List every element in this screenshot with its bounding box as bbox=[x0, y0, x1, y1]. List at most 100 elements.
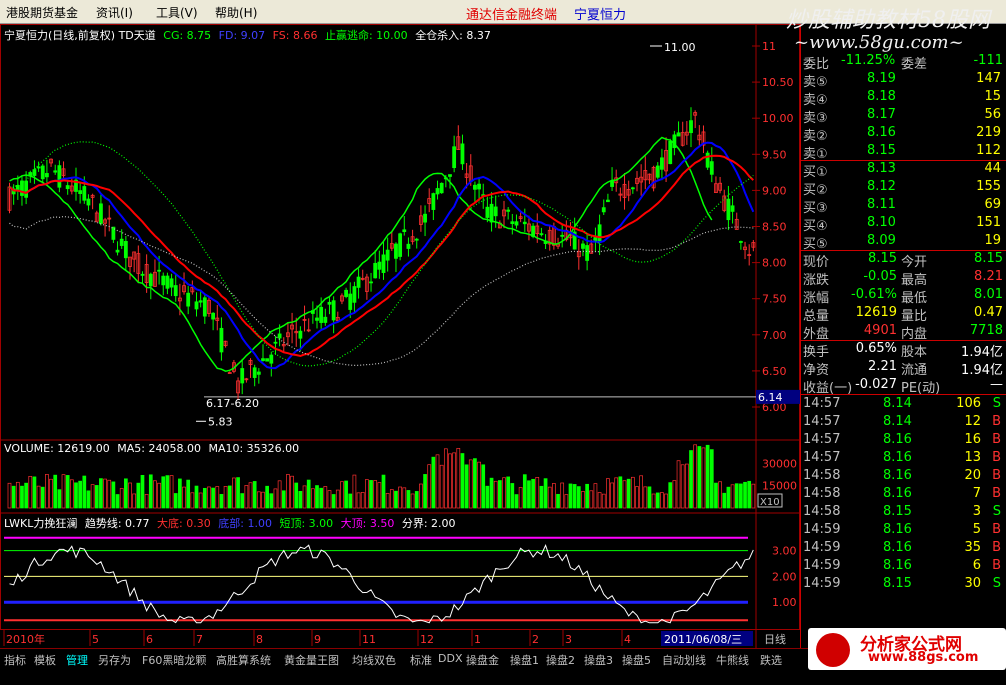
ask-volume: 112 bbox=[976, 143, 1001, 158]
bid-row[interactable]: 买② 8.12 155 bbox=[801, 178, 1006, 198]
tab-9[interactable]: DDX bbox=[438, 652, 462, 665]
volume-bar bbox=[136, 482, 141, 509]
volume-bar bbox=[340, 481, 344, 509]
tick-row[interactable]: 14:59 8.16 35 B bbox=[801, 539, 1006, 557]
tab-15[interactable]: 自动划线 bbox=[662, 652, 706, 668]
stat-row[interactable]: 外盘 4901 内盘 7718 bbox=[801, 322, 1006, 342]
volume-bar bbox=[597, 492, 602, 509]
stat-row[interactable]: 现价 8.15 今开 8.15 bbox=[801, 250, 1006, 270]
price-axis-label: 7.50 bbox=[762, 293, 787, 306]
tick-time: 14:57 bbox=[803, 414, 841, 429]
kline-chart[interactable]: 11 10.50 10.00 9.50 9.00 8.50 8.00 7.50 7.00 6.50… bbox=[0, 24, 800, 648]
tab-17[interactable]: 跌选 bbox=[760, 652, 782, 668]
tick-side: B bbox=[992, 468, 1001, 483]
candle-body bbox=[211, 312, 216, 320]
tick-row[interactable]: 14:57 8.14 12 B bbox=[801, 413, 1006, 431]
candle-body bbox=[385, 249, 390, 261]
tab-8[interactable]: 标准 bbox=[410, 652, 432, 668]
bottom-strip bbox=[0, 668, 1006, 685]
menu-tools[interactable]: 工具(V) bbox=[156, 4, 198, 21]
volume-bar bbox=[601, 493, 606, 509]
bid-row[interactable]: 买⑤ 8.09 19 bbox=[801, 232, 1006, 252]
tab-7[interactable]: 均线双色 bbox=[352, 652, 396, 668]
tab-0[interactable]: 指标 bbox=[4, 652, 26, 668]
tab-3[interactable]: 另存为 bbox=[98, 652, 131, 668]
volume-bar bbox=[639, 475, 643, 509]
main-legend: 宁夏恒力(日线,前复权) TD天道 CG: 8.75 FD: 9.07 FS: … bbox=[4, 27, 491, 43]
tab-13[interactable]: 操盘3 bbox=[584, 652, 613, 668]
tab-6[interactable]: 黄金量王图 bbox=[284, 652, 339, 668]
volume-bar bbox=[410, 493, 415, 509]
tab-11[interactable]: 操盘1 bbox=[510, 652, 539, 668]
fd-line bbox=[8, 141, 755, 370]
tick-row[interactable]: 14:59 8.16 5 B bbox=[801, 521, 1006, 539]
ask-row[interactable]: 卖④ 8.18 15 bbox=[801, 88, 1006, 108]
fund-row[interactable]: 净资 2.21 流通 1.94亿 bbox=[801, 358, 1006, 378]
tab-1[interactable]: 模板 bbox=[34, 652, 56, 668]
menu-info[interactable]: 资讯(I) bbox=[96, 4, 133, 21]
volume-bar bbox=[306, 479, 311, 509]
watermark-bottom: 分析家公式网 www.88gs.com bbox=[808, 628, 1006, 670]
candle-body bbox=[655, 165, 660, 178]
stat-value-2: 8.21 bbox=[974, 269, 1003, 284]
stat-row[interactable]: 涨幅 -0.61% 最低 8.01 bbox=[801, 286, 1006, 306]
ask-row[interactable]: 卖⑤ 8.19 147 bbox=[801, 70, 1006, 90]
volume-bar bbox=[481, 464, 486, 509]
bid-row[interactable]: 买④ 8.10 151 bbox=[801, 214, 1006, 234]
candle-body bbox=[510, 221, 515, 225]
bid-row[interactable]: 买③ 8.11 69 bbox=[801, 196, 1006, 216]
fund-row[interactable]: 收益(一) -0.027 PE(动) — bbox=[801, 376, 1006, 396]
menu-help[interactable]: 帮助(H) bbox=[215, 4, 257, 21]
candle-body bbox=[82, 186, 87, 201]
ask-row[interactable]: 卖① 8.15 112 bbox=[801, 142, 1006, 162]
volume-bar bbox=[78, 480, 82, 509]
candle-body bbox=[431, 193, 436, 210]
tick-time: 14:59 bbox=[803, 540, 841, 555]
volume-bar bbox=[439, 464, 444, 509]
tab-5[interactable]: 高胜算系统 bbox=[216, 652, 271, 668]
volume-bar bbox=[581, 491, 585, 509]
tick-row[interactable]: 14:58 8.16 20 B bbox=[801, 467, 1006, 485]
tick-row[interactable]: 14:57 8.14 106 S bbox=[801, 395, 1006, 413]
volume-bar bbox=[535, 476, 540, 509]
tick-price: 8.15 bbox=[883, 576, 912, 591]
ask-price: 8.17 bbox=[867, 107, 896, 122]
volume-bar bbox=[15, 481, 20, 509]
candle-body bbox=[369, 281, 373, 284]
menu-hk-futures[interactable]: 港股期货基金 bbox=[6, 4, 78, 21]
date-axis-label: 5 bbox=[92, 633, 99, 646]
volume-bar bbox=[655, 492, 660, 509]
tick-row[interactable]: 14:57 8.16 13 B bbox=[801, 449, 1006, 467]
ask-price: 8.19 bbox=[867, 71, 896, 86]
volume-bar bbox=[256, 491, 261, 509]
candle-body bbox=[298, 330, 303, 339]
tab-16[interactable]: 牛熊线 bbox=[716, 652, 749, 668]
stat-row[interactable]: 总量 12619 量比 0.47 bbox=[801, 304, 1006, 324]
volume-bar bbox=[743, 481, 747, 509]
tab-14[interactable]: 操盘5 bbox=[622, 652, 651, 668]
candle-body bbox=[709, 161, 714, 175]
candle-body bbox=[219, 327, 224, 353]
tick-row[interactable]: 14:58 8.16 7 B bbox=[801, 485, 1006, 503]
volume-bar bbox=[99, 478, 103, 509]
tab-2[interactable]: 管理 bbox=[66, 652, 88, 668]
candle-body bbox=[323, 316, 328, 323]
tick-row[interactable]: 14:58 8.15 3 S bbox=[801, 503, 1006, 521]
stat-row[interactable]: 涨跌 -0.05 最高 8.21 bbox=[801, 268, 1006, 288]
legend-big-top: 大顶: 3.50 bbox=[340, 517, 395, 530]
tick-row[interactable]: 14:59 8.16 6 B bbox=[801, 557, 1006, 575]
tick-row[interactable]: 14:59 8.15 30 S bbox=[801, 575, 1006, 593]
tick-row[interactable]: 14:57 8.16 16 B bbox=[801, 431, 1006, 449]
bid-row[interactable]: 买① 8.13 44 bbox=[801, 160, 1006, 180]
fund-row[interactable]: 换手 0.65% 股本 1.94亿 bbox=[801, 340, 1006, 360]
ask-row[interactable]: 卖③ 8.17 56 bbox=[801, 106, 1006, 126]
legend-name: 宁夏恒力(日线,前复权) TD天道 bbox=[4, 29, 156, 42]
tab-10[interactable]: 操盘金 bbox=[466, 652, 499, 668]
volume-bar bbox=[178, 478, 182, 509]
tab-12[interactable]: 操盘2 bbox=[546, 652, 575, 668]
chart-area[interactable]: 11 10.50 10.00 9.50 9.00 8.50 8.00 7.50 7.00 6.50… bbox=[0, 24, 800, 648]
ask-row[interactable]: 卖② 8.16 219 bbox=[801, 124, 1006, 144]
candle-body bbox=[202, 297, 207, 317]
tick-side: B bbox=[992, 450, 1001, 465]
tab-4[interactable]: F60黑暗龙颗 bbox=[142, 652, 206, 668]
